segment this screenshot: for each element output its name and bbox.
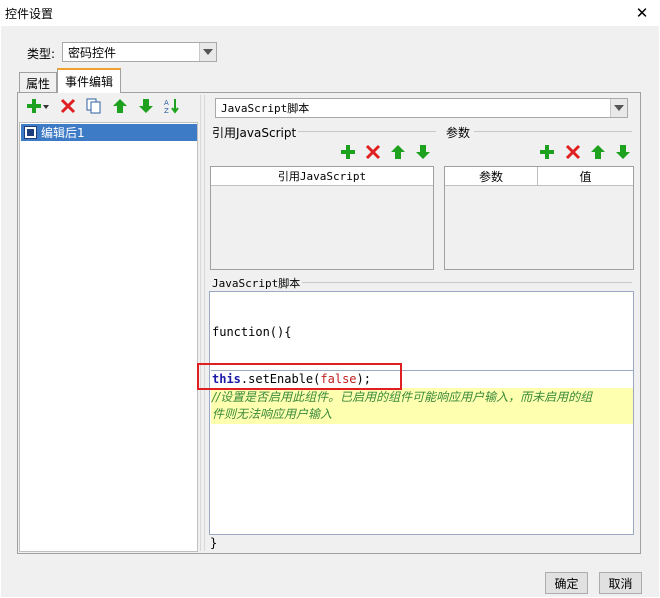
tab-properties[interactable]: 属性 [19, 72, 57, 94]
param-delete-button[interactable] [563, 142, 583, 162]
params-group-label: 参数 [444, 124, 473, 141]
ref-js-up-button[interactable] [388, 142, 408, 162]
ok-button[interactable]: 确定 [545, 572, 588, 594]
cancel-button[interactable]: 取消 [599, 572, 642, 594]
delete-event-button[interactable] [58, 96, 78, 116]
param-column-label: 参数 [478, 169, 503, 184]
ref-js-group-label: 引用JavaScript [210, 124, 299, 141]
function-footer: } [210, 536, 218, 550]
arrow-down-icon [139, 99, 153, 113]
code-editor[interactable]: function(){ this.setEnable(false); //设置是… [209, 291, 634, 535]
svg-text:A: A [164, 99, 169, 107]
sort-az-icon: A Z [164, 99, 179, 114]
close-icon: ✕ [635, 4, 649, 22]
divider [298, 282, 632, 283]
arrow-up-icon [113, 99, 127, 113]
sort-button[interactable]: A Z [162, 96, 182, 116]
type-value: 密码控件 [68, 45, 117, 60]
ref-js-column-label: 引用JavaScript [277, 170, 367, 183]
plus-icon [540, 145, 554, 159]
params-table: 参数 值 [444, 166, 634, 270]
divider [474, 131, 632, 132]
function-header: function(){ [212, 325, 292, 339]
ref-js-column-header[interactable]: 引用JavaScript [211, 167, 433, 186]
plus-icon [27, 99, 49, 113]
comment-highlight: //设置是否启用此组件。已启用的组件可能响应用户输入，而未启用的组 件则无法响应… [211, 388, 633, 424]
plus-icon [341, 145, 355, 159]
tab-event-edit[interactable]: 事件编辑 [57, 68, 121, 93]
ref-js-add-button[interactable] [338, 142, 358, 162]
js-script-group-label: JavaScript脚本 [210, 275, 303, 291]
param-up-button[interactable] [588, 142, 608, 162]
tab-event-edit-label: 事件编辑 [64, 75, 113, 89]
arrow-down-icon [416, 145, 430, 159]
tab-properties-label: 属性 [25, 77, 50, 91]
list-item-label: 编辑后1 [41, 126, 85, 140]
ref-js-delete-button[interactable] [363, 142, 383, 162]
arrow-down-icon [616, 145, 630, 159]
move-down-button[interactable] [136, 96, 156, 116]
close-button[interactable]: ✕ [630, 2, 654, 24]
move-up-button[interactable] [110, 96, 130, 116]
arrow-up-icon [591, 145, 605, 159]
add-event-button[interactable] [25, 96, 51, 116]
window-title: 控件设置 [5, 7, 54, 21]
param-down-button[interactable] [613, 142, 633, 162]
value-column-header[interactable]: 值 [538, 167, 633, 186]
arrow-up-icon [391, 145, 405, 159]
event-list: 编辑后1 [19, 122, 198, 552]
comment-line-1: //设置是否启用此组件。已启用的组件可能响应用户输入，而未启用的组 [212, 390, 593, 404]
x-icon [565, 144, 581, 160]
list-item[interactable]: 编辑后1 [21, 124, 197, 141]
type-combobox[interactable]: 密码控件 [62, 42, 217, 62]
chevron-down-icon[interactable] [199, 43, 216, 61]
value-column-label: 值 [579, 169, 592, 184]
script-type-value: JavaScript脚本 [221, 102, 310, 115]
param-column-header[interactable]: 参数 [445, 167, 538, 186]
param-add-button[interactable] [537, 142, 557, 162]
type-label: 类型: [27, 47, 56, 61]
chevron-down-icon[interactable] [610, 99, 627, 117]
ref-js-down-button[interactable] [413, 142, 433, 162]
event-icon [24, 126, 37, 139]
x-icon [365, 144, 381, 160]
comment-line-2: 件则无法响应用户输入 [212, 407, 333, 421]
script-type-combobox[interactable]: JavaScript脚本 [215, 98, 628, 118]
ok-button-label: 确定 [554, 576, 579, 591]
title-bar: 控件设置 ✕ [0, 0, 660, 26]
ref-js-table: 引用JavaScript [210, 166, 434, 270]
splitter[interactable] [200, 95, 205, 551]
highlight-box [197, 363, 402, 390]
copy-event-button[interactable] [84, 96, 104, 116]
x-icon [60, 98, 76, 114]
cancel-button-label: 取消 [608, 576, 633, 591]
svg-text:Z: Z [164, 107, 169, 114]
copy-icon [86, 98, 101, 114]
